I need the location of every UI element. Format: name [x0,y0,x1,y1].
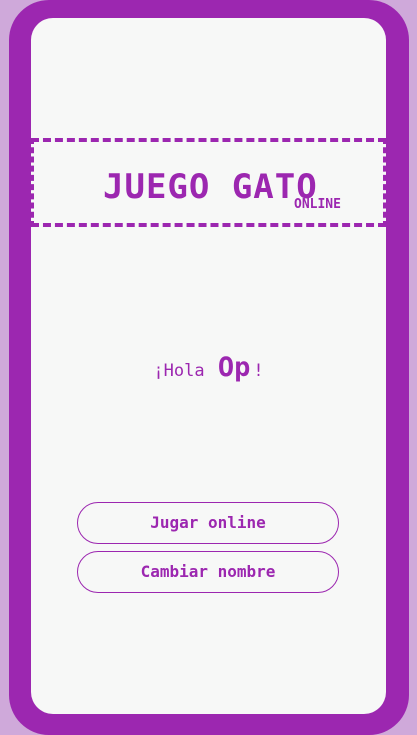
greeting-suffix: ! [253,361,264,381]
title-banner: JUEGO GATO ONLINE [31,138,386,227]
app-title: JUEGO GATO [103,167,318,207]
app-subtitle: ONLINE [294,197,341,212]
player-name: Op [217,352,251,383]
play-online-button[interactable]: Jugar online [77,502,339,544]
change-name-button[interactable]: Cambiar nombre [77,551,339,593]
phone-frame: JUEGO GATO ONLINE ¡Hola Op! Jugar online… [9,0,409,735]
app-screen: JUEGO GATO ONLINE ¡Hola Op! Jugar online… [31,18,386,714]
greeting-prefix: ¡Hola [153,361,205,381]
greeting-text: ¡Hola Op! [31,348,386,391]
